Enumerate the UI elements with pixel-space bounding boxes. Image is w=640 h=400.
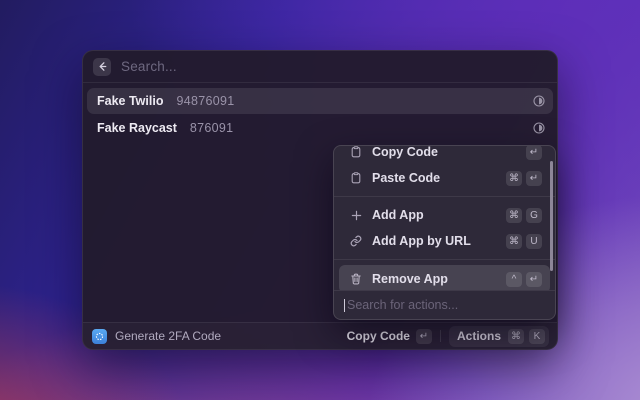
text-caret [344, 299, 345, 312]
control-key-chip: ^ [506, 272, 522, 287]
menu-separator [334, 196, 555, 197]
footer-divider [440, 330, 441, 342]
menu-item-remove-app[interactable]: Remove App ^ ↵ [339, 265, 550, 290]
status-bar: Generate 2FA Code Copy Code ↵ Actions ⌘ … [83, 322, 557, 349]
app-code: 876091 [190, 121, 234, 135]
back-button[interactable] [93, 58, 111, 76]
return-key-chip: ↵ [526, 146, 542, 160]
menu-item-copy-code[interactable]: Copy Code ↵ [339, 146, 550, 165]
trash-icon [349, 273, 363, 285]
app-name: Fake Twilio [97, 94, 163, 108]
return-key-chip: ↵ [526, 171, 542, 186]
actions-search-input[interactable]: Search for actions... [334, 290, 555, 319]
return-key-chip: ↵ [526, 272, 542, 287]
search-header: Search... [83, 51, 557, 83]
arrow-left-icon [97, 61, 108, 72]
command-key-chip: ⌘ [508, 329, 524, 344]
link-icon [349, 235, 363, 247]
actions-menu-list: Copy Code ↵ Paste Code ⌘ ↵ [334, 146, 555, 290]
u-key-chip: U [526, 234, 542, 249]
plus-icon [349, 210, 363, 221]
list-item-fake-raycast[interactable]: Fake Raycast 876091 [87, 115, 553, 141]
menu-scrollbar[interactable] [550, 161, 553, 271]
copy-icon [349, 146, 363, 158]
countdown-timer-icon [533, 95, 545, 107]
actions-button[interactable]: Actions ⌘ K [449, 326, 549, 347]
paste-icon [349, 172, 363, 184]
menu-item-paste-code[interactable]: Paste Code ⌘ ↵ [339, 165, 550, 191]
primary-action-button[interactable]: Copy Code [347, 329, 410, 343]
g-key-chip: G [526, 208, 542, 223]
actions-menu: Copy Code ↵ Paste Code ⌘ ↵ [333, 145, 556, 320]
list-item-fake-twilio[interactable]: Fake Twilio 94876091 [87, 88, 553, 114]
app-name: Fake Raycast [97, 121, 177, 135]
countdown-timer-icon [533, 122, 545, 134]
command-title: Generate 2FA Code [115, 329, 221, 343]
app-code: 94876091 [176, 94, 234, 108]
menu-item-add-app-by-url[interactable]: Add App by URL ⌘ U [339, 228, 550, 254]
command-key-chip: ⌘ [506, 171, 522, 186]
command-key-chip: ⌘ [506, 208, 522, 223]
command-key-chip: ⌘ [506, 234, 522, 249]
k-key-chip: K [529, 329, 545, 344]
desktop-background: Search... Fake Twilio 94876091 Fake Rayc… [0, 0, 640, 400]
return-key-chip: ↵ [416, 329, 432, 344]
search-input[interactable]: Search... [121, 59, 177, 74]
menu-separator [334, 259, 555, 260]
menu-item-add-app[interactable]: Add App ⌘ G [339, 202, 550, 228]
app-list: Fake Twilio 94876091 Fake Raycast 876091 [83, 83, 557, 144]
extension-icon [92, 329, 107, 344]
